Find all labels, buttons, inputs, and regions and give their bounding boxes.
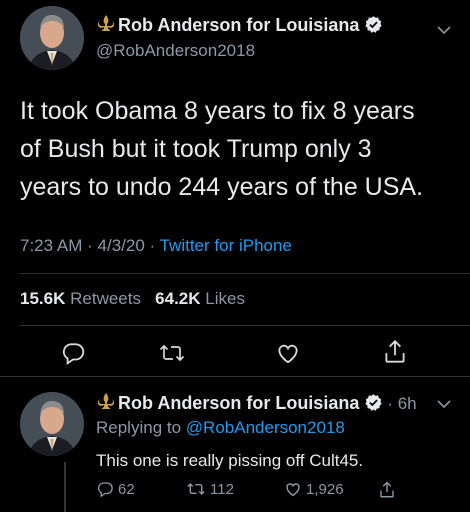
heart-icon [286, 483, 300, 497]
tweet-text: It took Obama 8 years to fix 8 years of … [20, 92, 460, 206]
divider [0, 376, 470, 377]
reply-reply-action[interactable]: 62 [96, 480, 135, 498]
retweet-icon [187, 482, 205, 496]
retweets-count: 15.6K [20, 289, 66, 308]
reply-count: 62 [118, 481, 135, 498]
tweet-text-line: It took Obama 8 years to fix 8 years [20, 97, 415, 125]
verified-badge-icon [364, 393, 383, 417]
meta-separator: · [149, 236, 156, 255]
tweet-date[interactable]: 4/3/20 [98, 236, 145, 255]
reply-author-name[interactable]: Rob Anderson for Louisiana [118, 393, 359, 413]
likes-label: Likes [205, 289, 245, 308]
chevron-down-icon[interactable] [436, 398, 452, 410]
retweet-icon[interactable] [158, 340, 186, 366]
share-icon [380, 481, 394, 498]
reply-icon [97, 482, 113, 498]
divider [20, 325, 470, 326]
reply-author-name-row[interactable]: Rob Anderson for Louisiana · 6h [96, 392, 417, 417]
replying-to-label: Replying to [96, 418, 182, 437]
replying-to-handle[interactable]: @RobAnderson2018 [186, 418, 345, 437]
author-avatar[interactable] [20, 6, 84, 70]
likes-count: 64.2K [155, 289, 201, 308]
share-icon[interactable] [382, 338, 408, 366]
tweet-text-line: years to undo 244 years of the USA. [20, 173, 424, 201]
avatar-photo [20, 392, 84, 456]
reply-author-avatar[interactable] [20, 392, 84, 456]
fleur-de-lis-icon [96, 14, 116, 39]
author-name-row[interactable]: Rob Anderson for Louisiana [96, 14, 383, 39]
chevron-down-icon[interactable] [436, 24, 452, 36]
replying-to: Replying to @RobAnderson2018 [96, 418, 345, 438]
meta-separator: · [87, 236, 93, 255]
tweet-text-line: of Bush but it took Trump only 3 [20, 135, 372, 163]
fleur-de-lis-icon [96, 392, 116, 417]
reply-text: This one is really pissing off Cult45. [96, 451, 364, 470]
divider [20, 273, 470, 274]
author-name[interactable]: Rob Anderson for Louisiana [118, 15, 359, 35]
reply-age[interactable]: · 6h [387, 394, 416, 413]
tweet-stats: 15.6K Retweets 64.2K Likes [20, 289, 245, 309]
retweets-stat[interactable]: 15.6K Retweets [20, 289, 141, 308]
reply-share-action[interactable] [378, 480, 400, 500]
reply-retweet-action[interactable]: 112 [186, 480, 234, 498]
tweet-meta: 7:23 AM · 4/3/20 · Twitter for iPhone [20, 236, 292, 256]
thread-line [64, 462, 66, 512]
reply-icon[interactable] [60, 340, 86, 366]
author-handle[interactable]: @RobAnderson2018 [96, 41, 255, 61]
avatar-photo [20, 6, 84, 70]
retweets-label: Retweets [70, 289, 141, 308]
heart-icon[interactable] [274, 340, 302, 366]
tweet-time[interactable]: 7:23 AM [20, 236, 82, 255]
tweet-source[interactable]: Twitter for iPhone [160, 236, 292, 255]
like-count: 1,926 [306, 481, 344, 498]
likes-stat[interactable]: 64.2K Likes [155, 289, 245, 308]
reply-like-action[interactable]: 1,926 [284, 480, 344, 498]
retweet-count: 112 [210, 481, 234, 498]
verified-badge-icon [364, 15, 383, 39]
